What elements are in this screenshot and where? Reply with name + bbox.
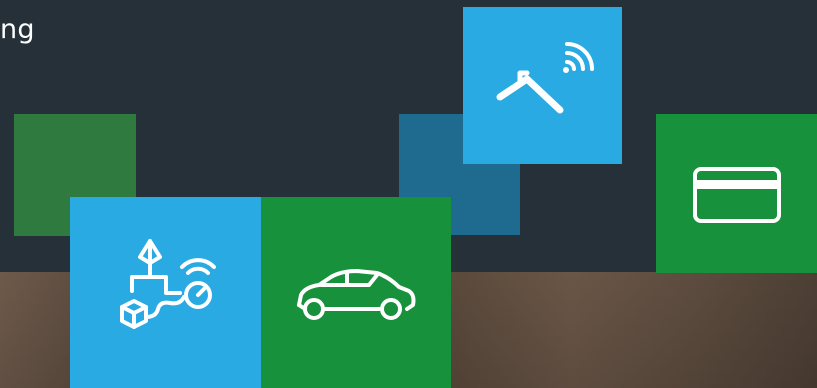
credit-card-icon	[693, 167, 781, 223]
tile-iot-network	[70, 197, 261, 388]
car-icon	[297, 269, 416, 320]
tile-connected-car	[261, 197, 451, 388]
tile-smart-home	[463, 7, 622, 164]
tile-payment-card	[656, 114, 817, 273]
headline-text: ng	[0, 14, 35, 45]
iot-network-icon	[120, 239, 216, 329]
smart-home-wifi-icon	[496, 42, 594, 114]
